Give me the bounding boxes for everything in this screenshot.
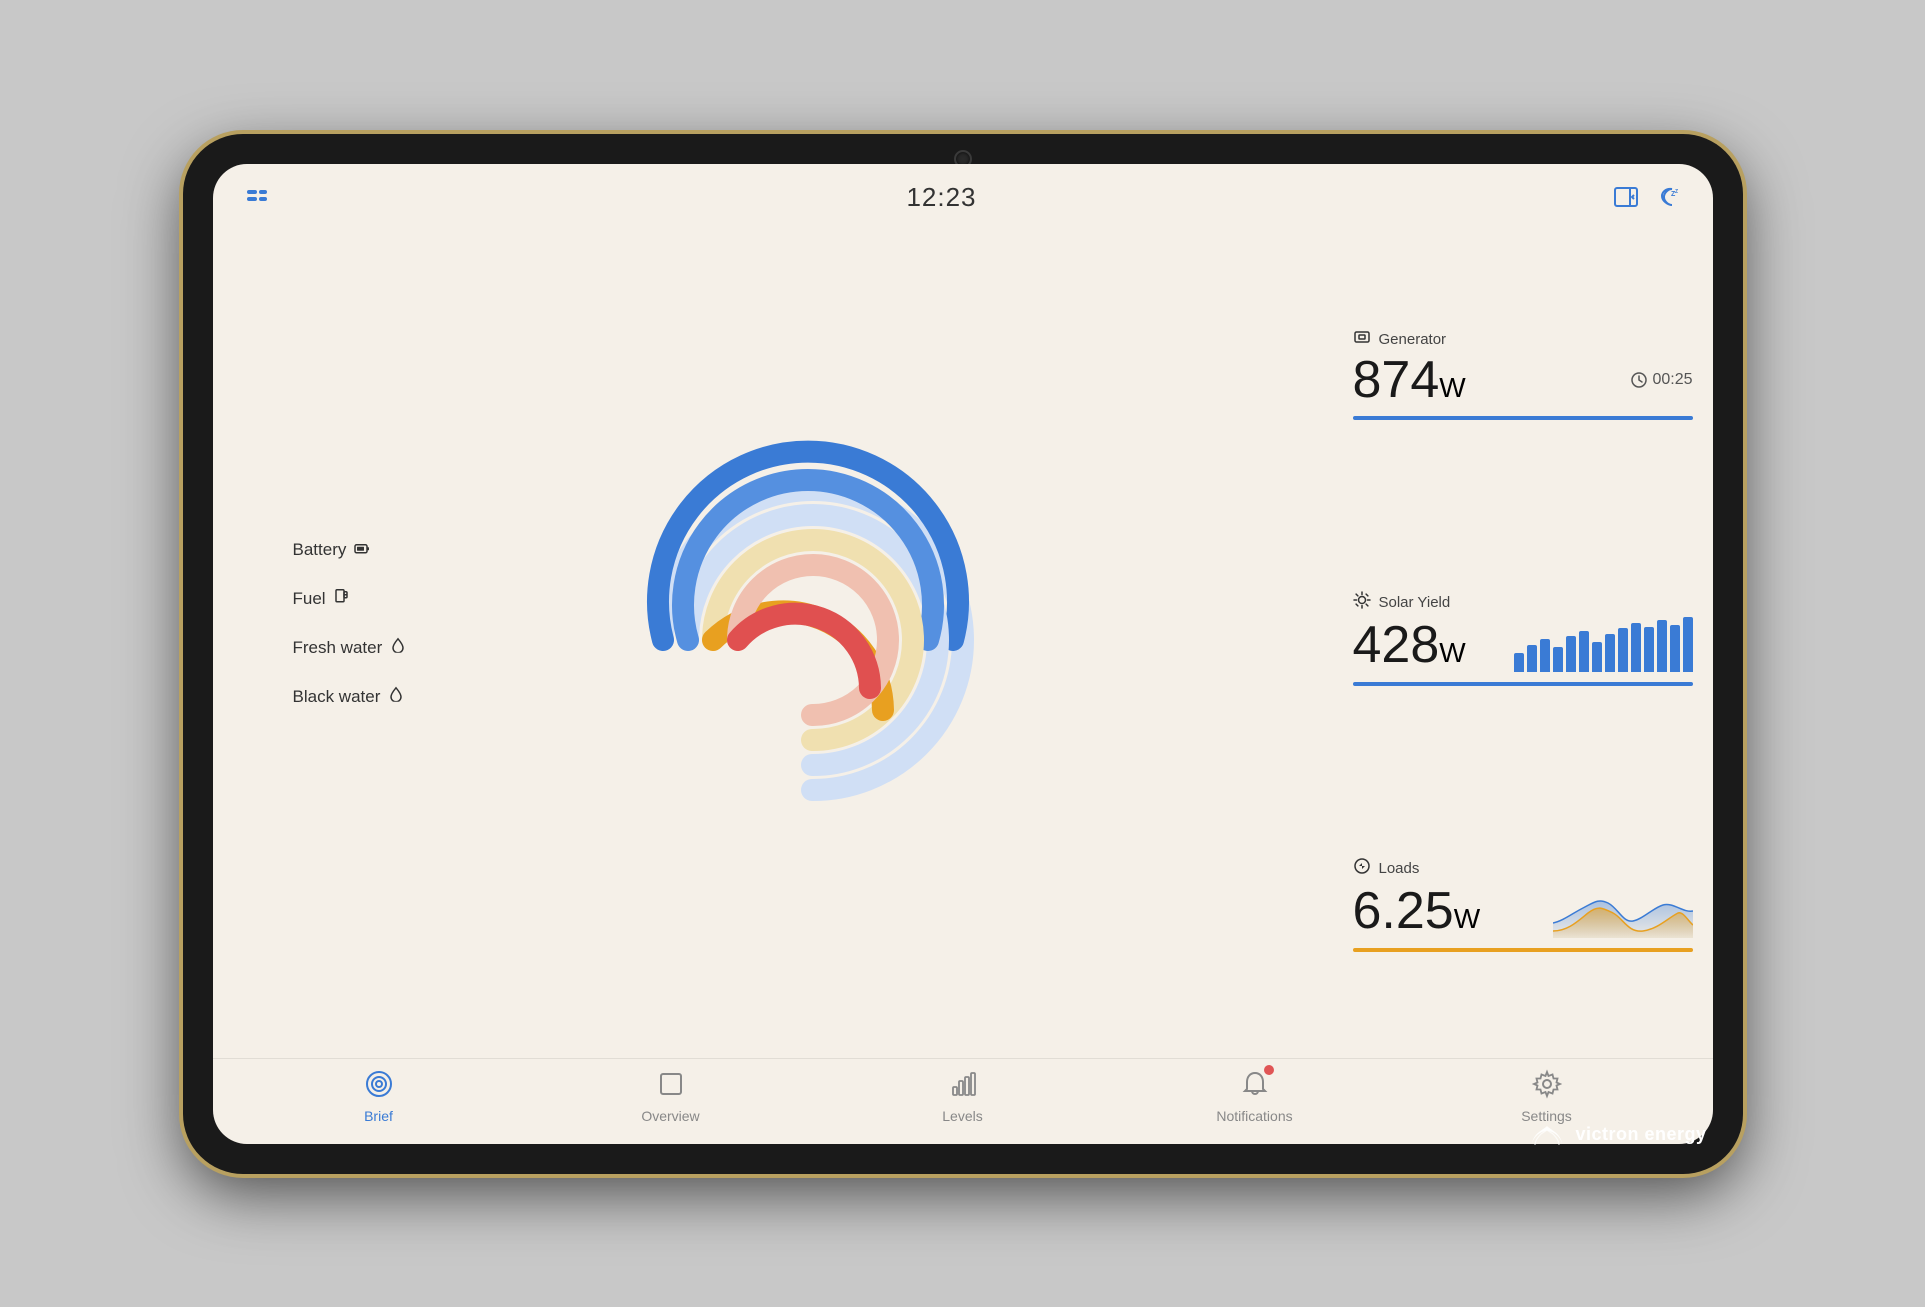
victron-logo bbox=[1527, 1120, 1567, 1150]
generator-title: Generator bbox=[1353, 328, 1693, 350]
bar-12 bbox=[1657, 620, 1667, 672]
nav-overview[interactable]: Overview bbox=[626, 1069, 716, 1124]
fuel-label: Fuel bbox=[293, 588, 407, 609]
gauge-labels: Battery Fuel bbox=[293, 540, 407, 707]
generator-card: Generator 874W 00:25 bbox=[1353, 328, 1693, 420]
stats-panel: Generator 874W 00:25 bbox=[1333, 233, 1693, 1048]
solar-card: Solar Yield 428W bbox=[1353, 591, 1693, 686]
notifications-icon-wrap bbox=[1240, 1069, 1270, 1104]
loads-unit: W bbox=[1454, 903, 1480, 934]
generator-label: Generator bbox=[1379, 331, 1447, 348]
loads-title: Loads bbox=[1353, 857, 1693, 879]
levels-icon-wrap bbox=[948, 1069, 978, 1104]
fuel-text: Fuel bbox=[293, 588, 326, 608]
nav-settings[interactable]: Settings bbox=[1502, 1069, 1592, 1124]
battery-text: Battery bbox=[293, 540, 347, 560]
blackwater-text: Black water bbox=[293, 686, 381, 706]
loads-bar-divider bbox=[1353, 948, 1693, 952]
solar-row: 428W bbox=[1353, 617, 1693, 672]
blackwater-icon bbox=[388, 686, 404, 707]
header-left bbox=[243, 183, 271, 211]
solar-unit: W bbox=[1439, 637, 1465, 668]
brand-name: victron energy bbox=[1575, 1124, 1706, 1145]
bar-14 bbox=[1683, 617, 1693, 672]
fuel-icon bbox=[334, 588, 350, 609]
brief-icon bbox=[364, 1069, 394, 1099]
notifications-badge bbox=[1264, 1065, 1274, 1075]
freshwater-text: Fresh water bbox=[293, 637, 383, 657]
overview-icon-wrap bbox=[656, 1069, 686, 1104]
gauge-panel: Battery Fuel bbox=[233, 233, 1333, 1048]
bar-6 bbox=[1579, 631, 1589, 672]
nav-notifications[interactable]: Notifications bbox=[1210, 1069, 1300, 1124]
loads-row: 6.25W bbox=[1353, 883, 1693, 938]
solar-bar-divider bbox=[1353, 682, 1693, 686]
loads-label: Loads bbox=[1379, 860, 1420, 877]
loads-value: 6.25 bbox=[1353, 882, 1454, 940]
loads-card: Loads 6.25W bbox=[1353, 857, 1693, 952]
bar-8 bbox=[1605, 634, 1615, 673]
bar-10 bbox=[1631, 623, 1641, 673]
solar-icon bbox=[1353, 591, 1371, 613]
loads-value-wrap: 6.25W bbox=[1353, 885, 1481, 937]
clock: 12:23 bbox=[906, 182, 976, 213]
nav-brief-label: Brief bbox=[364, 1108, 393, 1124]
bar-7 bbox=[1592, 642, 1602, 672]
screen: 12:23 Z Z bbox=[213, 164, 1713, 1144]
loads-area-chart bbox=[1553, 883, 1693, 938]
bar-13 bbox=[1670, 625, 1680, 672]
bar-1 bbox=[1514, 653, 1524, 672]
loads-icon bbox=[1353, 857, 1371, 879]
settings-icon bbox=[1532, 1069, 1562, 1099]
nav-levels-label: Levels bbox=[942, 1108, 982, 1124]
nav-levels[interactable]: Levels bbox=[918, 1069, 1008, 1124]
freshwater-icon bbox=[390, 637, 406, 658]
sidebar-collapse-icon[interactable] bbox=[1612, 183, 1640, 211]
bar-2 bbox=[1527, 645, 1537, 673]
generator-value: 874 bbox=[1353, 351, 1440, 409]
solar-bar-chart bbox=[1514, 617, 1693, 672]
solar-value: 428 bbox=[1353, 616, 1440, 674]
bar-4 bbox=[1553, 647, 1563, 672]
menu-icon[interactable] bbox=[243, 183, 271, 211]
bar-11 bbox=[1644, 627, 1654, 672]
generator-unit: W bbox=[1439, 372, 1465, 403]
generator-time-value: 00:25 bbox=[1652, 371, 1692, 389]
bar-9 bbox=[1618, 628, 1628, 672]
levels-icon bbox=[948, 1069, 978, 1099]
main-content: Battery Fuel bbox=[213, 223, 1713, 1058]
svg-text:Z: Z bbox=[1675, 189, 1678, 195]
generator-bar bbox=[1353, 416, 1693, 420]
bar-3 bbox=[1540, 639, 1550, 672]
settings-icon-wrap bbox=[1532, 1069, 1562, 1104]
bar-5 bbox=[1566, 636, 1576, 672]
nav-overview-label: Overview bbox=[641, 1108, 699, 1124]
brief-icon-wrap bbox=[364, 1069, 394, 1104]
generator-value-wrap: 874W bbox=[1353, 354, 1466, 406]
freshwater-label: Fresh water bbox=[293, 637, 407, 658]
solar-title: Solar Yield bbox=[1353, 591, 1693, 613]
battery-label: Battery bbox=[293, 540, 407, 560]
branding: victron energy bbox=[1527, 1120, 1706, 1150]
nav-notifications-label: Notifications bbox=[1216, 1108, 1292, 1124]
solar-label: Solar Yield bbox=[1379, 594, 1451, 611]
generator-icon bbox=[1353, 328, 1371, 350]
sleep-icon[interactable]: Z Z bbox=[1654, 183, 1682, 211]
bottom-nav: Brief Overview bbox=[213, 1058, 1713, 1144]
overview-icon bbox=[656, 1069, 686, 1099]
blackwater-label: Black water bbox=[293, 686, 407, 707]
header-right: Z Z bbox=[1612, 183, 1682, 211]
battery-icon bbox=[354, 540, 370, 559]
generator-time: 00:25 bbox=[1630, 371, 1692, 389]
generator-row: 874W 00:25 bbox=[1353, 354, 1693, 406]
gauge-arcs bbox=[603, 430, 1023, 850]
nav-brief[interactable]: Brief bbox=[334, 1069, 424, 1124]
header: 12:23 Z Z bbox=[213, 164, 1713, 223]
solar-value-wrap: 428W bbox=[1353, 619, 1466, 671]
device-frame: 12:23 Z Z bbox=[183, 134, 1743, 1174]
